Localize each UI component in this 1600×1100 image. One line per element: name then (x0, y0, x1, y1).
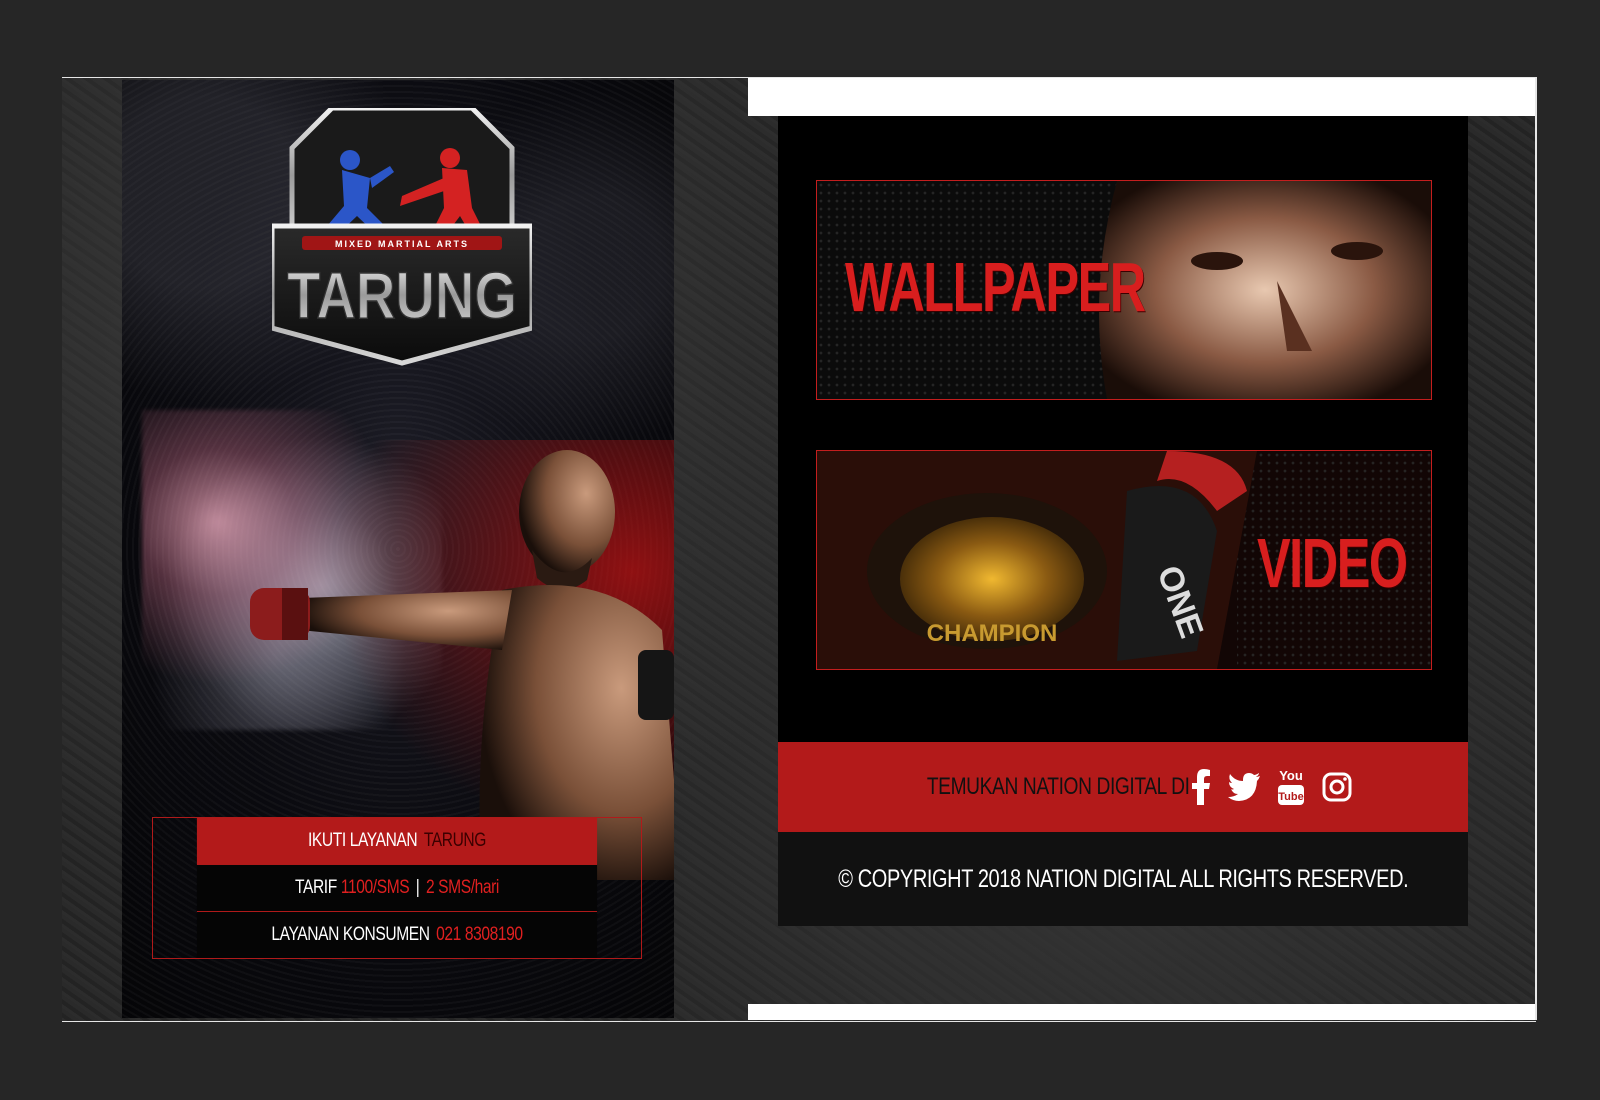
svg-text:Tube: Tube (1278, 791, 1303, 803)
social-footer: TEMUKAN NATION DIGITAL DI You Tube (778, 742, 1468, 832)
tariff-separator: | (415, 877, 420, 898)
belt-text: CHAMPION (927, 620, 1058, 647)
logo-subtitle: MIXED MARTIAL ARTS (335, 239, 469, 249)
white-bottom-strip (748, 1004, 1536, 1020)
facebook-icon[interactable] (1192, 769, 1211, 805)
logo-title: TARUNG (287, 258, 517, 332)
service-info-table: IKUTI LAYANAN TARUNG TARIF 1100/SMS | 2 … (152, 817, 642, 959)
tariff-label: TARIF (295, 877, 337, 898)
wallpaper-banner[interactable]: WALLPAPER (816, 180, 1432, 400)
youtube-icon[interactable]: You Tube (1278, 767, 1305, 807)
tariff-limit: 2 SMS/hari (426, 877, 499, 898)
copyright-bar: © COPYRIGHT 2018 NATION DIGITAL ALL RIGH… (778, 832, 1468, 926)
tarung-logo: MIXED MARTIAL ARTS TARUNG (272, 108, 532, 366)
customer-service-label: LAYANAN KONSUMEN (271, 924, 430, 945)
copyright-text: © COPYRIGHT 2018 NATION DIGITAL ALL RIGH… (837, 864, 1409, 893)
video-banner[interactable]: CHAMPION ONE VIDEO (816, 450, 1432, 670)
twitter-icon[interactable] (1228, 773, 1261, 801)
content-card: WALLPAPER CHAMPION ONE VIDEO TEMUKAN NAT… (778, 116, 1468, 926)
service-header-prefix: IKUTI LAYANAN (308, 830, 418, 851)
service-header-brand: TARUNG (423, 830, 487, 851)
instagram-icon[interactable] (1322, 772, 1352, 802)
customer-service-phone[interactable]: 021 8308190 (436, 924, 523, 946)
tariff-price: 1100/SMS (340, 877, 410, 898)
tariff-row: TARIF 1100/SMS | 2 SMS/hari (196, 864, 598, 911)
find-us-text: TEMUKAN NATION DIGITAL DI (926, 773, 1190, 800)
wallpaper-label: WALLPAPER (845, 248, 1146, 326)
white-top-strip (748, 78, 1536, 116)
social-links: You Tube (1192, 767, 1352, 807)
customer-service-row: LAYANAN KONSUMEN 021 8308190 (196, 911, 598, 958)
frame-edge (1535, 77, 1537, 1020)
promo-panel: MIXED MARTIAL ARTS TARUNG IKUTI LAYANAN … (122, 80, 674, 1018)
fighter-image (182, 440, 674, 880)
svg-text:You: You (1279, 768, 1303, 783)
service-header-row[interactable]: IKUTI LAYANAN TARUNG (196, 818, 598, 864)
video-label: VIDEO (1257, 524, 1408, 602)
